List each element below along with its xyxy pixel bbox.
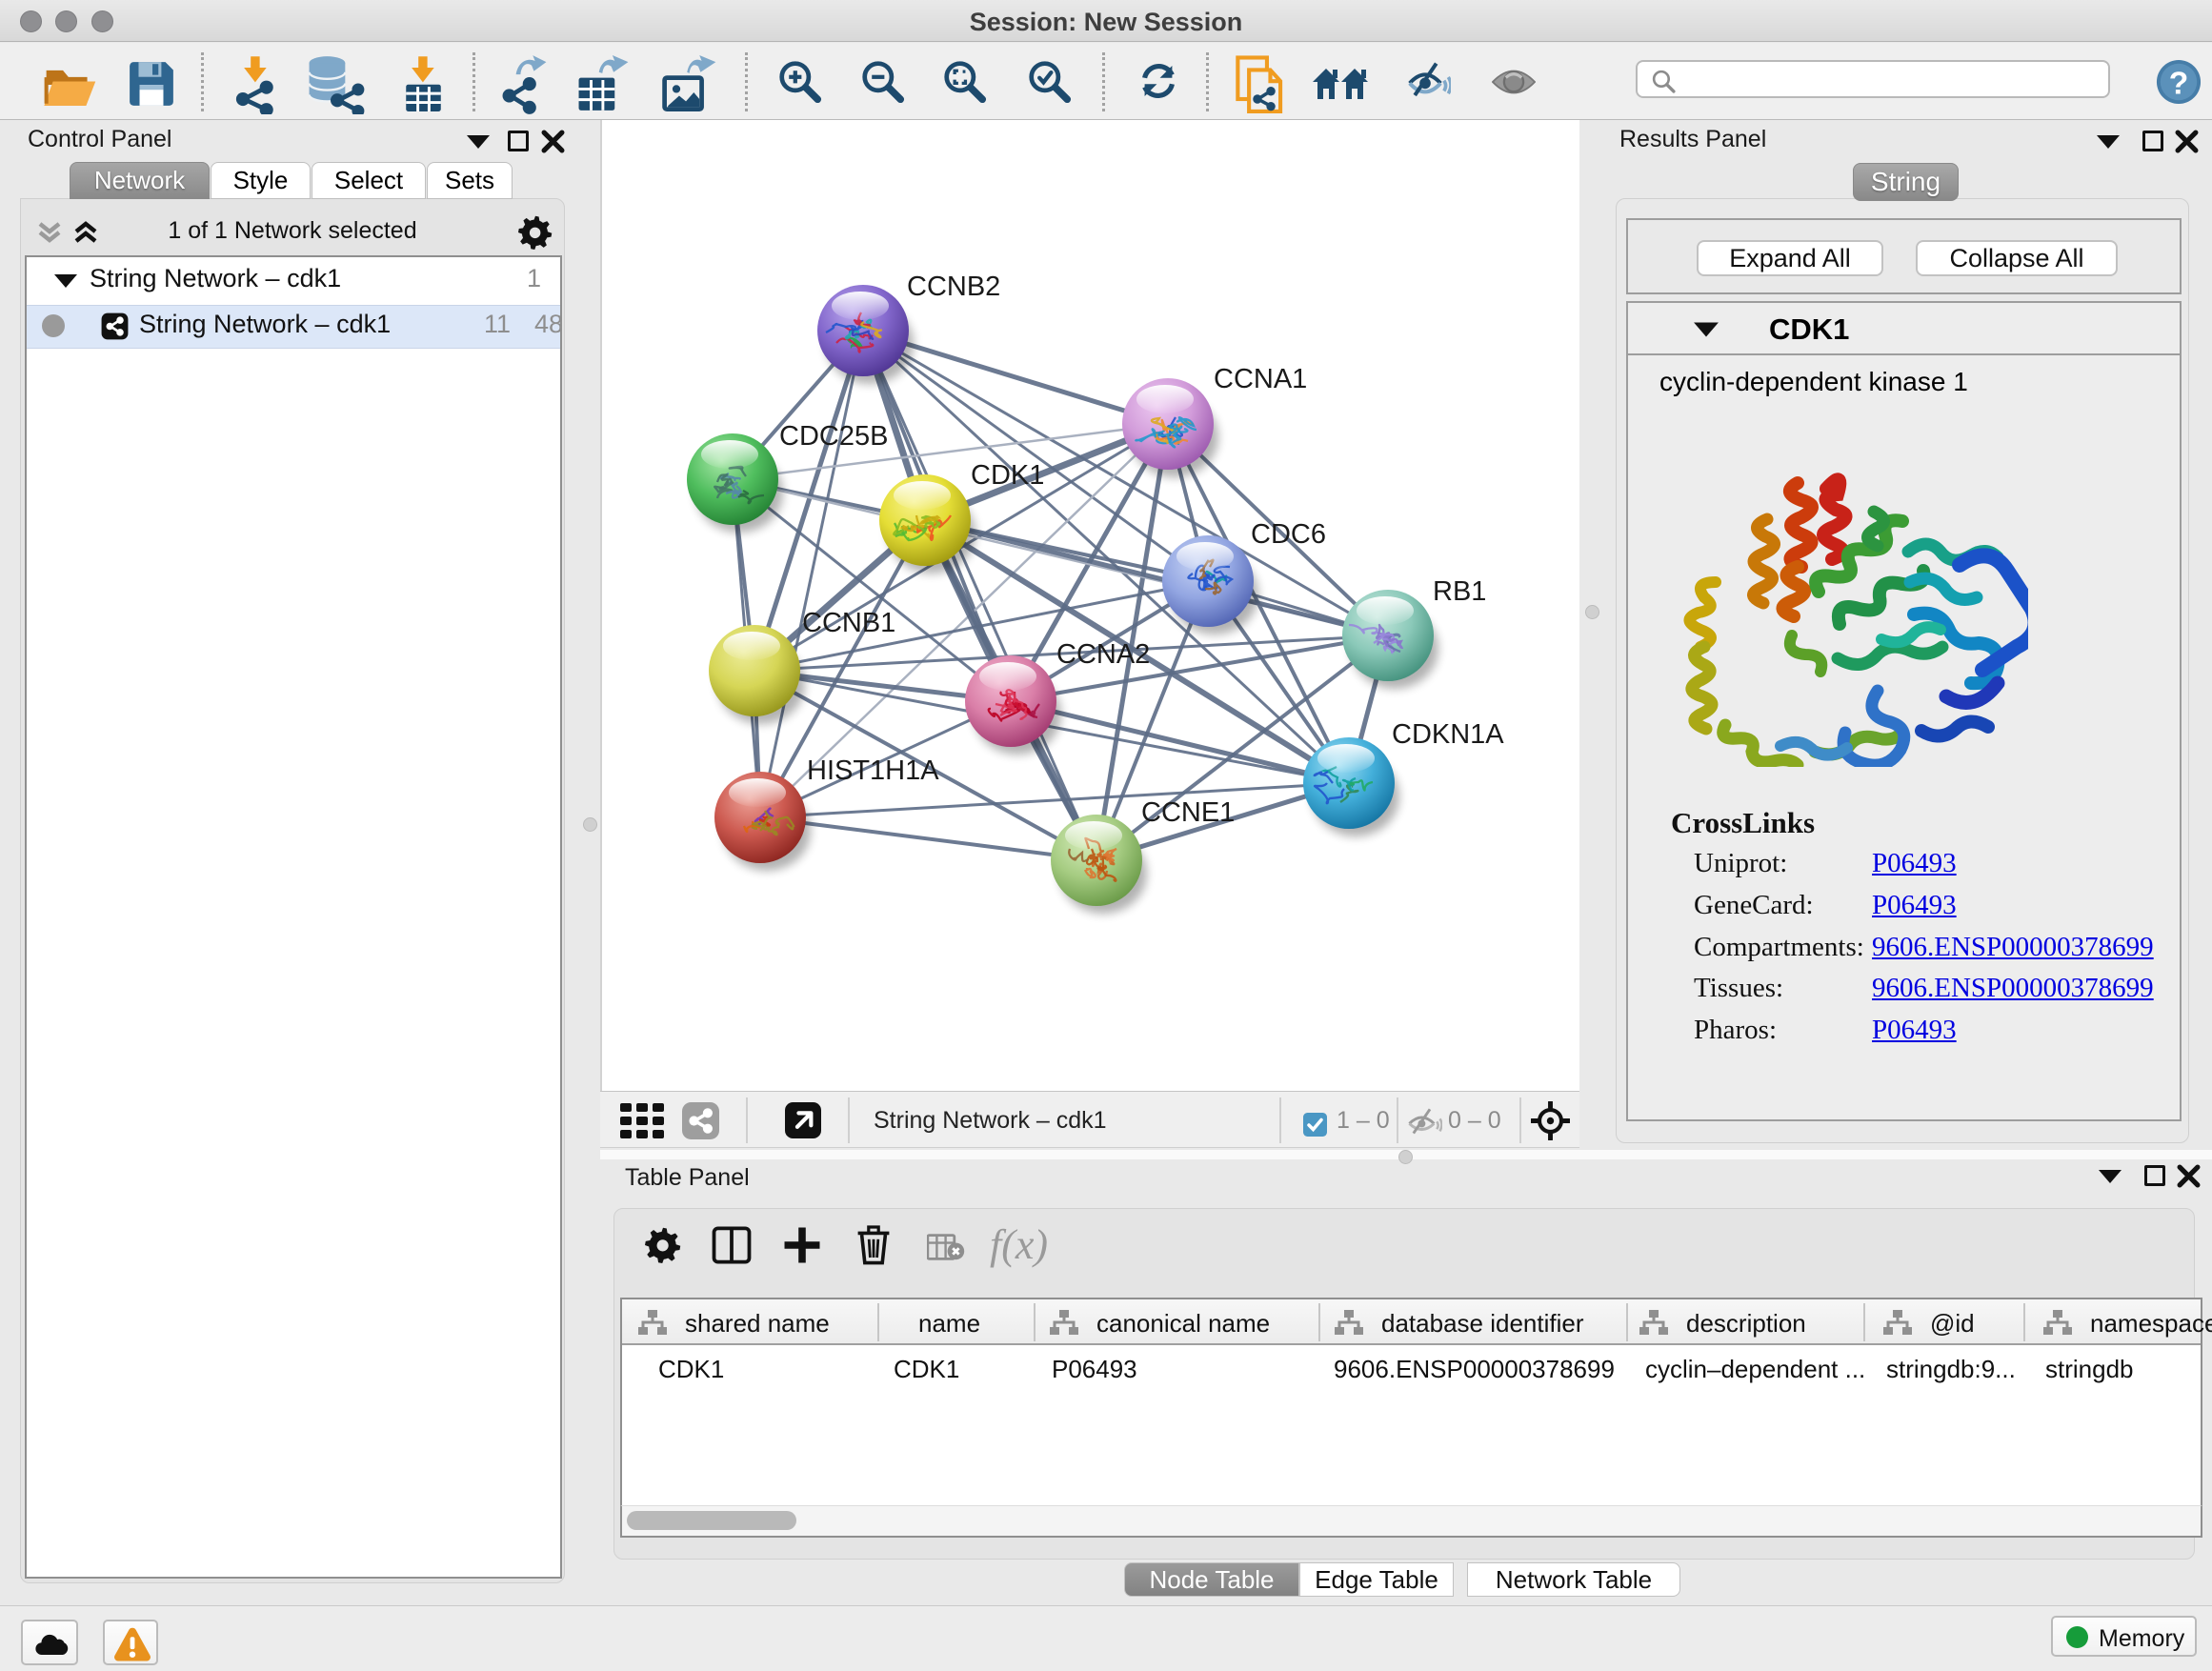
svg-text:CCNA1: CCNA1 [1214,364,1307,394]
svg-text:CDKN1A: CDKN1A [1392,719,1504,750]
svg-text:HIST1H1A: HIST1H1A [807,755,939,786]
svg-text:CCNA2: CCNA2 [1056,639,1150,670]
svg-text:?: ? [2169,66,2189,101]
svg-text:CDC25B: CDC25B [779,421,888,452]
svg-text:CDK1: CDK1 [971,460,1044,491]
svg-text:CCNE1: CCNE1 [1141,797,1235,828]
svg-text:CCNB2: CCNB2 [907,272,1000,302]
svg-text:RB1: RB1 [1433,576,1486,607]
svg-text:CDC6: CDC6 [1251,519,1326,550]
svg-text:CCNB1: CCNB1 [802,608,895,638]
